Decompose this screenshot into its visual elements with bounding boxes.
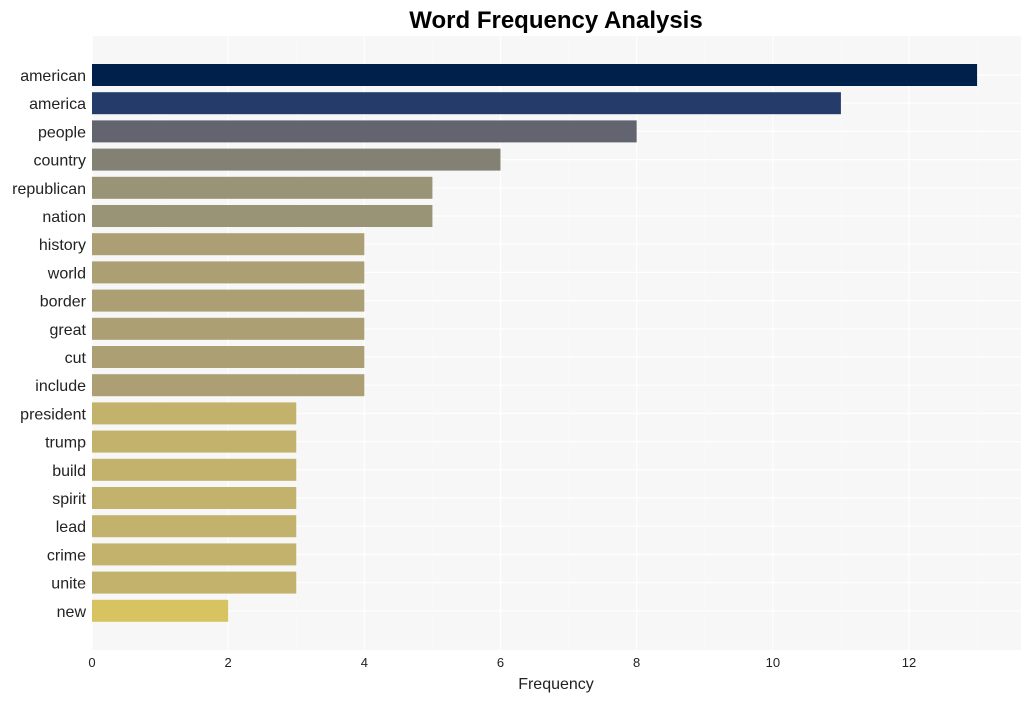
y-tick-label: nation — [42, 209, 86, 226]
x-tick-label: 2 — [225, 655, 232, 670]
x-axis-label: Frequency — [518, 676, 594, 693]
x-tick-label: 10 — [766, 655, 780, 670]
y-tick-label: great — [50, 322, 87, 339]
word-frequency-chart: american america people country republican na… — [12, 7, 1021, 693]
bar-cut — [92, 346, 365, 368]
y-tick-label: country — [34, 153, 86, 170]
bar-crime — [92, 543, 297, 566]
y-tick-label: lead — [56, 519, 86, 536]
bar-great — [92, 317, 365, 340]
y-tick-label: spirit — [52, 491, 86, 508]
bar-trump — [92, 430, 297, 453]
y-tick-label: america — [29, 96, 86, 113]
y-axis-labels: american america people country republican na… — [12, 68, 87, 621]
y-tick-label: american — [20, 68, 86, 85]
x-tick-label: 0 — [88, 655, 95, 670]
bar-border — [92, 289, 365, 312]
bar-build — [92, 458, 297, 481]
chart-title: Word Frequency Analysis — [409, 7, 702, 34]
bar-country — [92, 148, 501, 171]
bar-american — [92, 64, 978, 86]
x-tick-label: 8 — [633, 655, 640, 670]
y-tick-label: people — [38, 124, 86, 141]
x-tick-label: 12 — [902, 655, 916, 670]
y-tick-label: world — [47, 265, 86, 282]
bar-america — [92, 92, 841, 115]
y-tick-label: new — [57, 604, 87, 621]
bar-include — [92, 374, 365, 397]
y-tick-label: cut — [65, 350, 87, 367]
x-tick-label: 4 — [361, 655, 368, 670]
bar-president — [92, 402, 297, 425]
y-tick-label: crime — [47, 547, 86, 564]
bar-lead — [92, 515, 297, 538]
y-tick-label: border — [40, 294, 87, 311]
y-tick-label: president — [20, 406, 86, 423]
bar-spirit — [92, 487, 297, 509]
bar-nation — [92, 205, 433, 227]
bar-world — [92, 261, 365, 284]
bar-unite — [92, 571, 297, 594]
x-tick-label: 6 — [497, 655, 504, 670]
y-tick-label: trump — [45, 435, 86, 452]
bar-history — [92, 233, 365, 256]
y-tick-label: include — [35, 378, 86, 395]
bar-people — [92, 120, 637, 143]
y-tick-label: unite — [51, 576, 86, 593]
x-axis-ticks: 0 2 4 6 8 10 12 — [88, 655, 916, 670]
bar-new — [92, 599, 229, 622]
y-tick-label: republican — [12, 181, 86, 198]
bar-republican — [92, 176, 433, 199]
y-tick-label: build — [52, 463, 86, 480]
y-tick-label: history — [39, 237, 86, 254]
